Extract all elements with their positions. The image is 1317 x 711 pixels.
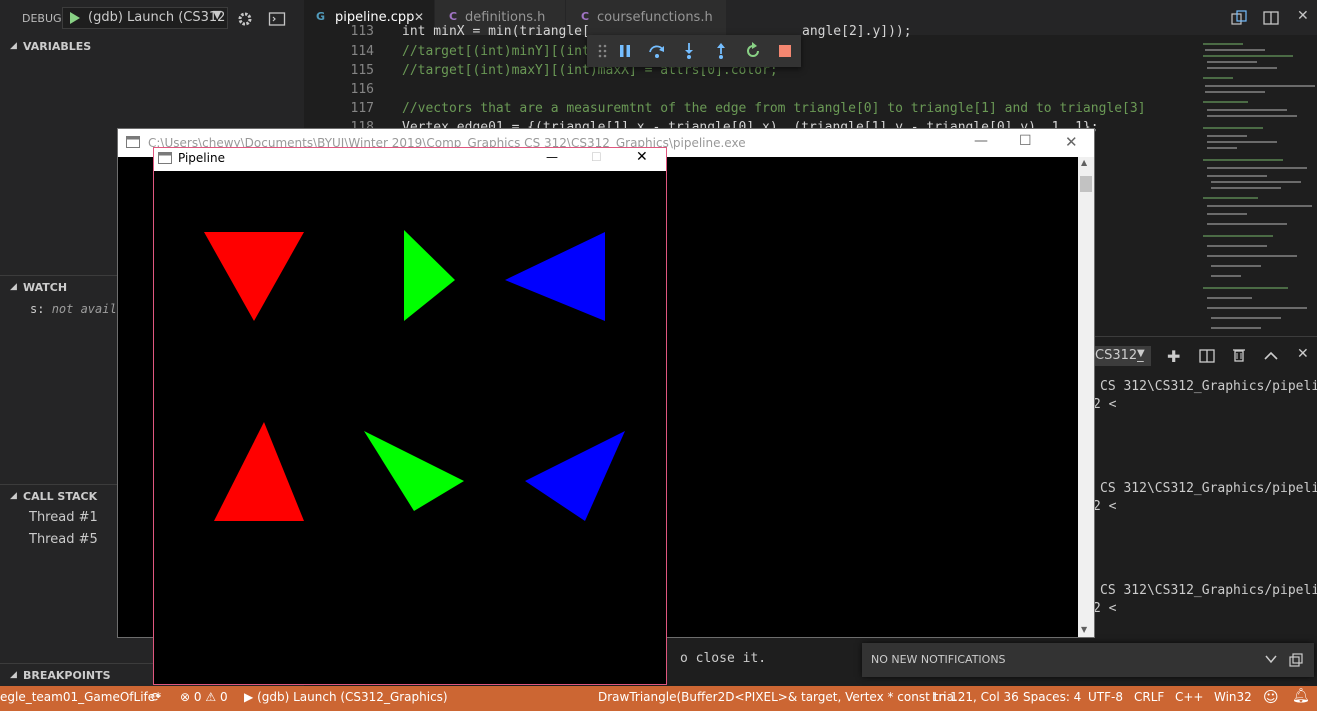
thread-item[interactable]: Thread #5	[29, 532, 98, 547]
close-icon[interactable]: ✕	[636, 149, 648, 165]
gear-icon[interactable]	[236, 10, 254, 28]
close-icon[interactable]: ✕	[414, 10, 424, 24]
cpp-file-icon: G	[316, 10, 326, 23]
code-line: //vectors that are a measuremtnt of the …	[402, 101, 1146, 116]
code-line: //target[(int)minY][(int	[402, 44, 590, 59]
platform[interactable]: Win32	[1214, 690, 1252, 704]
restart-icon[interactable]	[743, 41, 763, 61]
tab-coursefunctions-h[interactable]: C coursefunctions.h	[566, 0, 726, 35]
plus-icon[interactable]: ✚	[1167, 347, 1180, 366]
collapse-icon: ◢	[10, 670, 17, 680]
split-editor-icon[interactable]	[1262, 9, 1280, 27]
smiley-icon[interactable]: ☺	[1263, 688, 1279, 706]
language-mode[interactable]: C++	[1175, 690, 1204, 704]
line-number: 113	[350, 24, 374, 39]
bell-icon[interactable]: 🔔︎	[1292, 688, 1310, 704]
git-branch[interactable]: egle_team01_GameOfLife*	[0, 690, 161, 704]
terminal-line: CS 312\CS312_Graphics/pipeli	[1100, 379, 1317, 394]
scrollbar-thumb[interactable]	[1080, 176, 1092, 192]
close-icon[interactable]: ✕	[1297, 346, 1309, 362]
warning-icon: ⚠	[205, 690, 217, 704]
terminal-prompt: 2 <	[1093, 499, 1117, 514]
error-icon: ⊗	[180, 690, 191, 704]
scroll-down-icon[interactable]: ▼	[1081, 625, 1087, 634]
c-file-icon: C	[449, 10, 458, 23]
scrollbar[interactable]	[1078, 157, 1094, 637]
terminal-output: o close it.	[680, 651, 767, 666]
stop-icon[interactable]	[775, 41, 795, 61]
encoding[interactable]: UTF-8	[1088, 690, 1123, 704]
minimize-icon[interactable]: —	[546, 150, 558, 164]
scroll-up-icon[interactable]: ▲	[1081, 158, 1087, 167]
terminal-prompt: 2 <	[1093, 601, 1117, 616]
close-icon[interactable]: ✕	[1297, 8, 1309, 24]
line-ending[interactable]: CRLF	[1134, 690, 1164, 704]
debug-actions-toolbar	[587, 35, 801, 67]
line-number: 115	[350, 63, 374, 78]
clear-all-icon[interactable]	[1288, 652, 1304, 668]
watch-item[interactable]: s: not availa	[30, 302, 124, 316]
pause-icon[interactable]	[615, 41, 635, 61]
split-icon[interactable]	[1199, 348, 1215, 364]
step-out-icon[interactable]	[711, 41, 731, 61]
console-app-icon	[126, 136, 140, 148]
render-canvas	[154, 171, 666, 684]
terminal-icon[interactable]	[268, 10, 286, 28]
minimize-icon[interactable]: —	[974, 133, 988, 149]
problems-indicator[interactable]: ⊗ 0 ⚠ 0	[180, 690, 228, 704]
play-icon: ▶	[244, 690, 254, 704]
maximize-icon: ☐	[591, 150, 602, 164]
collapse-icon: ◢	[10, 491, 17, 501]
minimap[interactable]	[1197, 35, 1317, 335]
pipeline-window-titlebar[interactable]	[154, 148, 666, 171]
drag-handle-icon[interactable]	[593, 41, 613, 61]
chevron-down-icon[interactable]	[1264, 652, 1278, 666]
notifications-header: NO NEW NOTIFICATIONS	[871, 653, 1006, 666]
terminal-prompt: 2 <	[1093, 397, 1117, 412]
chevron-down-icon[interactable]: ▼	[1137, 348, 1145, 359]
thread-item[interactable]: Thread #1	[29, 510, 98, 525]
line-number: 114	[350, 44, 374, 59]
trash-icon[interactable]	[1231, 347, 1247, 363]
debug-launch-status[interactable]: ▶ (gdb) Launch (CS312_Graphics)	[244, 690, 448, 704]
maximize-icon[interactable]: ☐	[1019, 133, 1032, 149]
debug-label: DEBUG	[22, 12, 62, 25]
indentation[interactable]: Spaces: 4	[1023, 690, 1081, 704]
close-icon[interactable]: ✕	[1065, 133, 1078, 151]
code-line-tail: angle[2].y]));	[802, 24, 912, 39]
terminal-line: CS 312\CS312_Graphics/pipeli	[1100, 583, 1317, 598]
status-bar: egle_team01_GameOfLife* ⟳ ⊗ 0 ⚠ 0 ▶ (gdb…	[0, 686, 1317, 711]
app-icon	[158, 152, 172, 164]
terminal-line: CS 312\CS312_Graphics/pipeli	[1100, 481, 1317, 496]
line-number: 117	[350, 101, 374, 116]
chevron-up-icon[interactable]	[1263, 348, 1279, 364]
cursor-position[interactable]: Ln 121, Col 36	[932, 690, 1019, 704]
open-changes-icon[interactable]	[1230, 9, 1248, 27]
chevron-down-icon[interactable]: ▼	[213, 8, 221, 21]
current-function[interactable]: DrawTriangle(Buffer2D<PIXEL>& target, Ve…	[598, 690, 965, 704]
launch-config-label: (gdb) Launch (CS312	[88, 10, 226, 25]
c-file-icon: C	[581, 10, 590, 23]
play-icon[interactable]	[64, 8, 84, 28]
collapse-icon: ◢	[10, 41, 17, 51]
step-over-icon[interactable]	[647, 41, 667, 61]
step-into-icon[interactable]	[679, 41, 699, 61]
pipeline-window-title: Pipeline	[178, 151, 225, 165]
collapse-icon: ◢	[10, 282, 17, 292]
variables-section-header[interactable]: ◢ VARIABLES	[0, 36, 304, 58]
line-number: 116	[350, 82, 374, 97]
code-line: int minX = min(triangle[	[402, 24, 590, 39]
sync-icon[interactable]: ⟳	[151, 690, 161, 704]
